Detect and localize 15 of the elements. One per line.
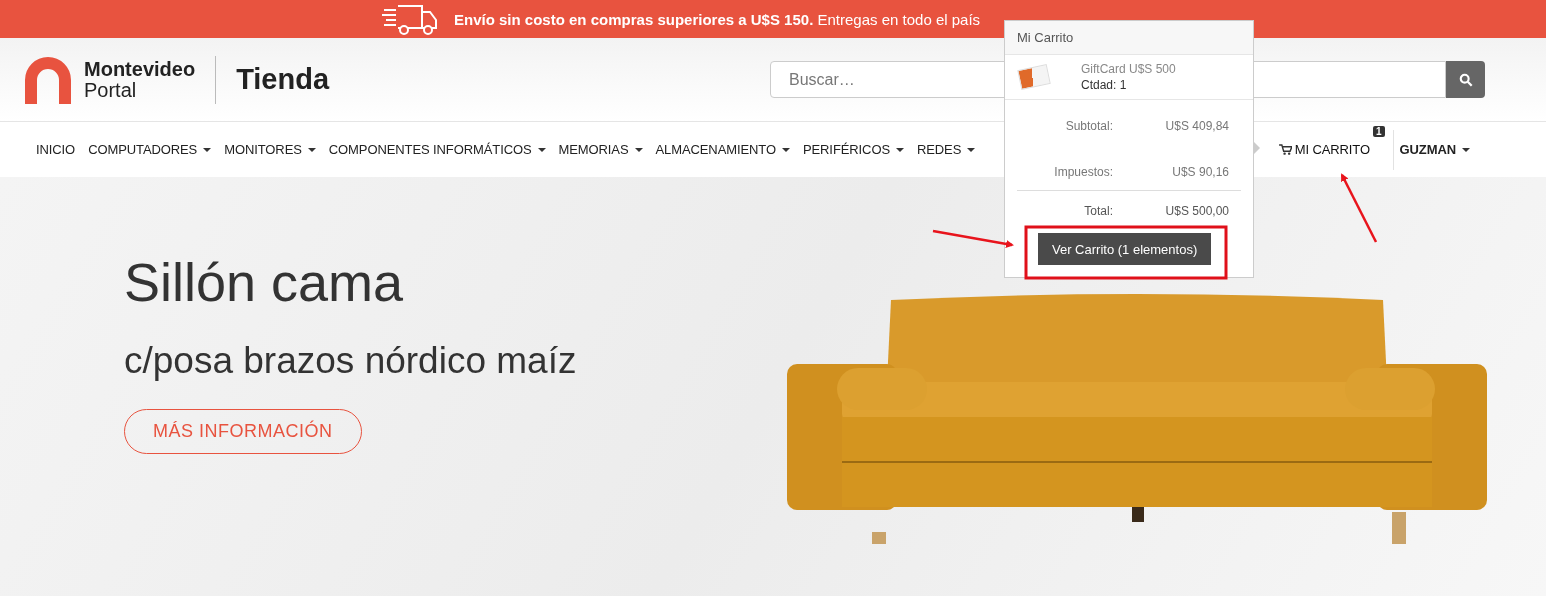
summary-label: Total: (1083, 203, 1113, 220)
count-badge: 1 (1373, 125, 1385, 137)
hero-subtitle: c/posa brazos nórdico maíz (124, 339, 578, 383)
summary-value: U$S 500,00 (1164, 203, 1229, 220)
logo-text: Portal (84, 79, 138, 101)
dropdown-title: Mi Carrito (1005, 21, 1253, 55)
hero-title: Sillón cama (124, 251, 405, 314)
quantity-text: Ctdad: 1 (1081, 77, 1128, 93)
section-title: Tienda (236, 63, 330, 96)
summary-value: U$S 409,84 (1164, 118, 1229, 135)
summary-value: U$S 90,16 (1171, 164, 1229, 181)
summary-label: Impuestos: (1053, 164, 1113, 181)
logo-text: Montevideo (84, 58, 196, 80)
shipping-notice: Envío sin costo en compras superiores a U$S 150. Entregas en todo el país (454, 10, 981, 28)
summary-label: Subtotal: (1064, 118, 1113, 135)
